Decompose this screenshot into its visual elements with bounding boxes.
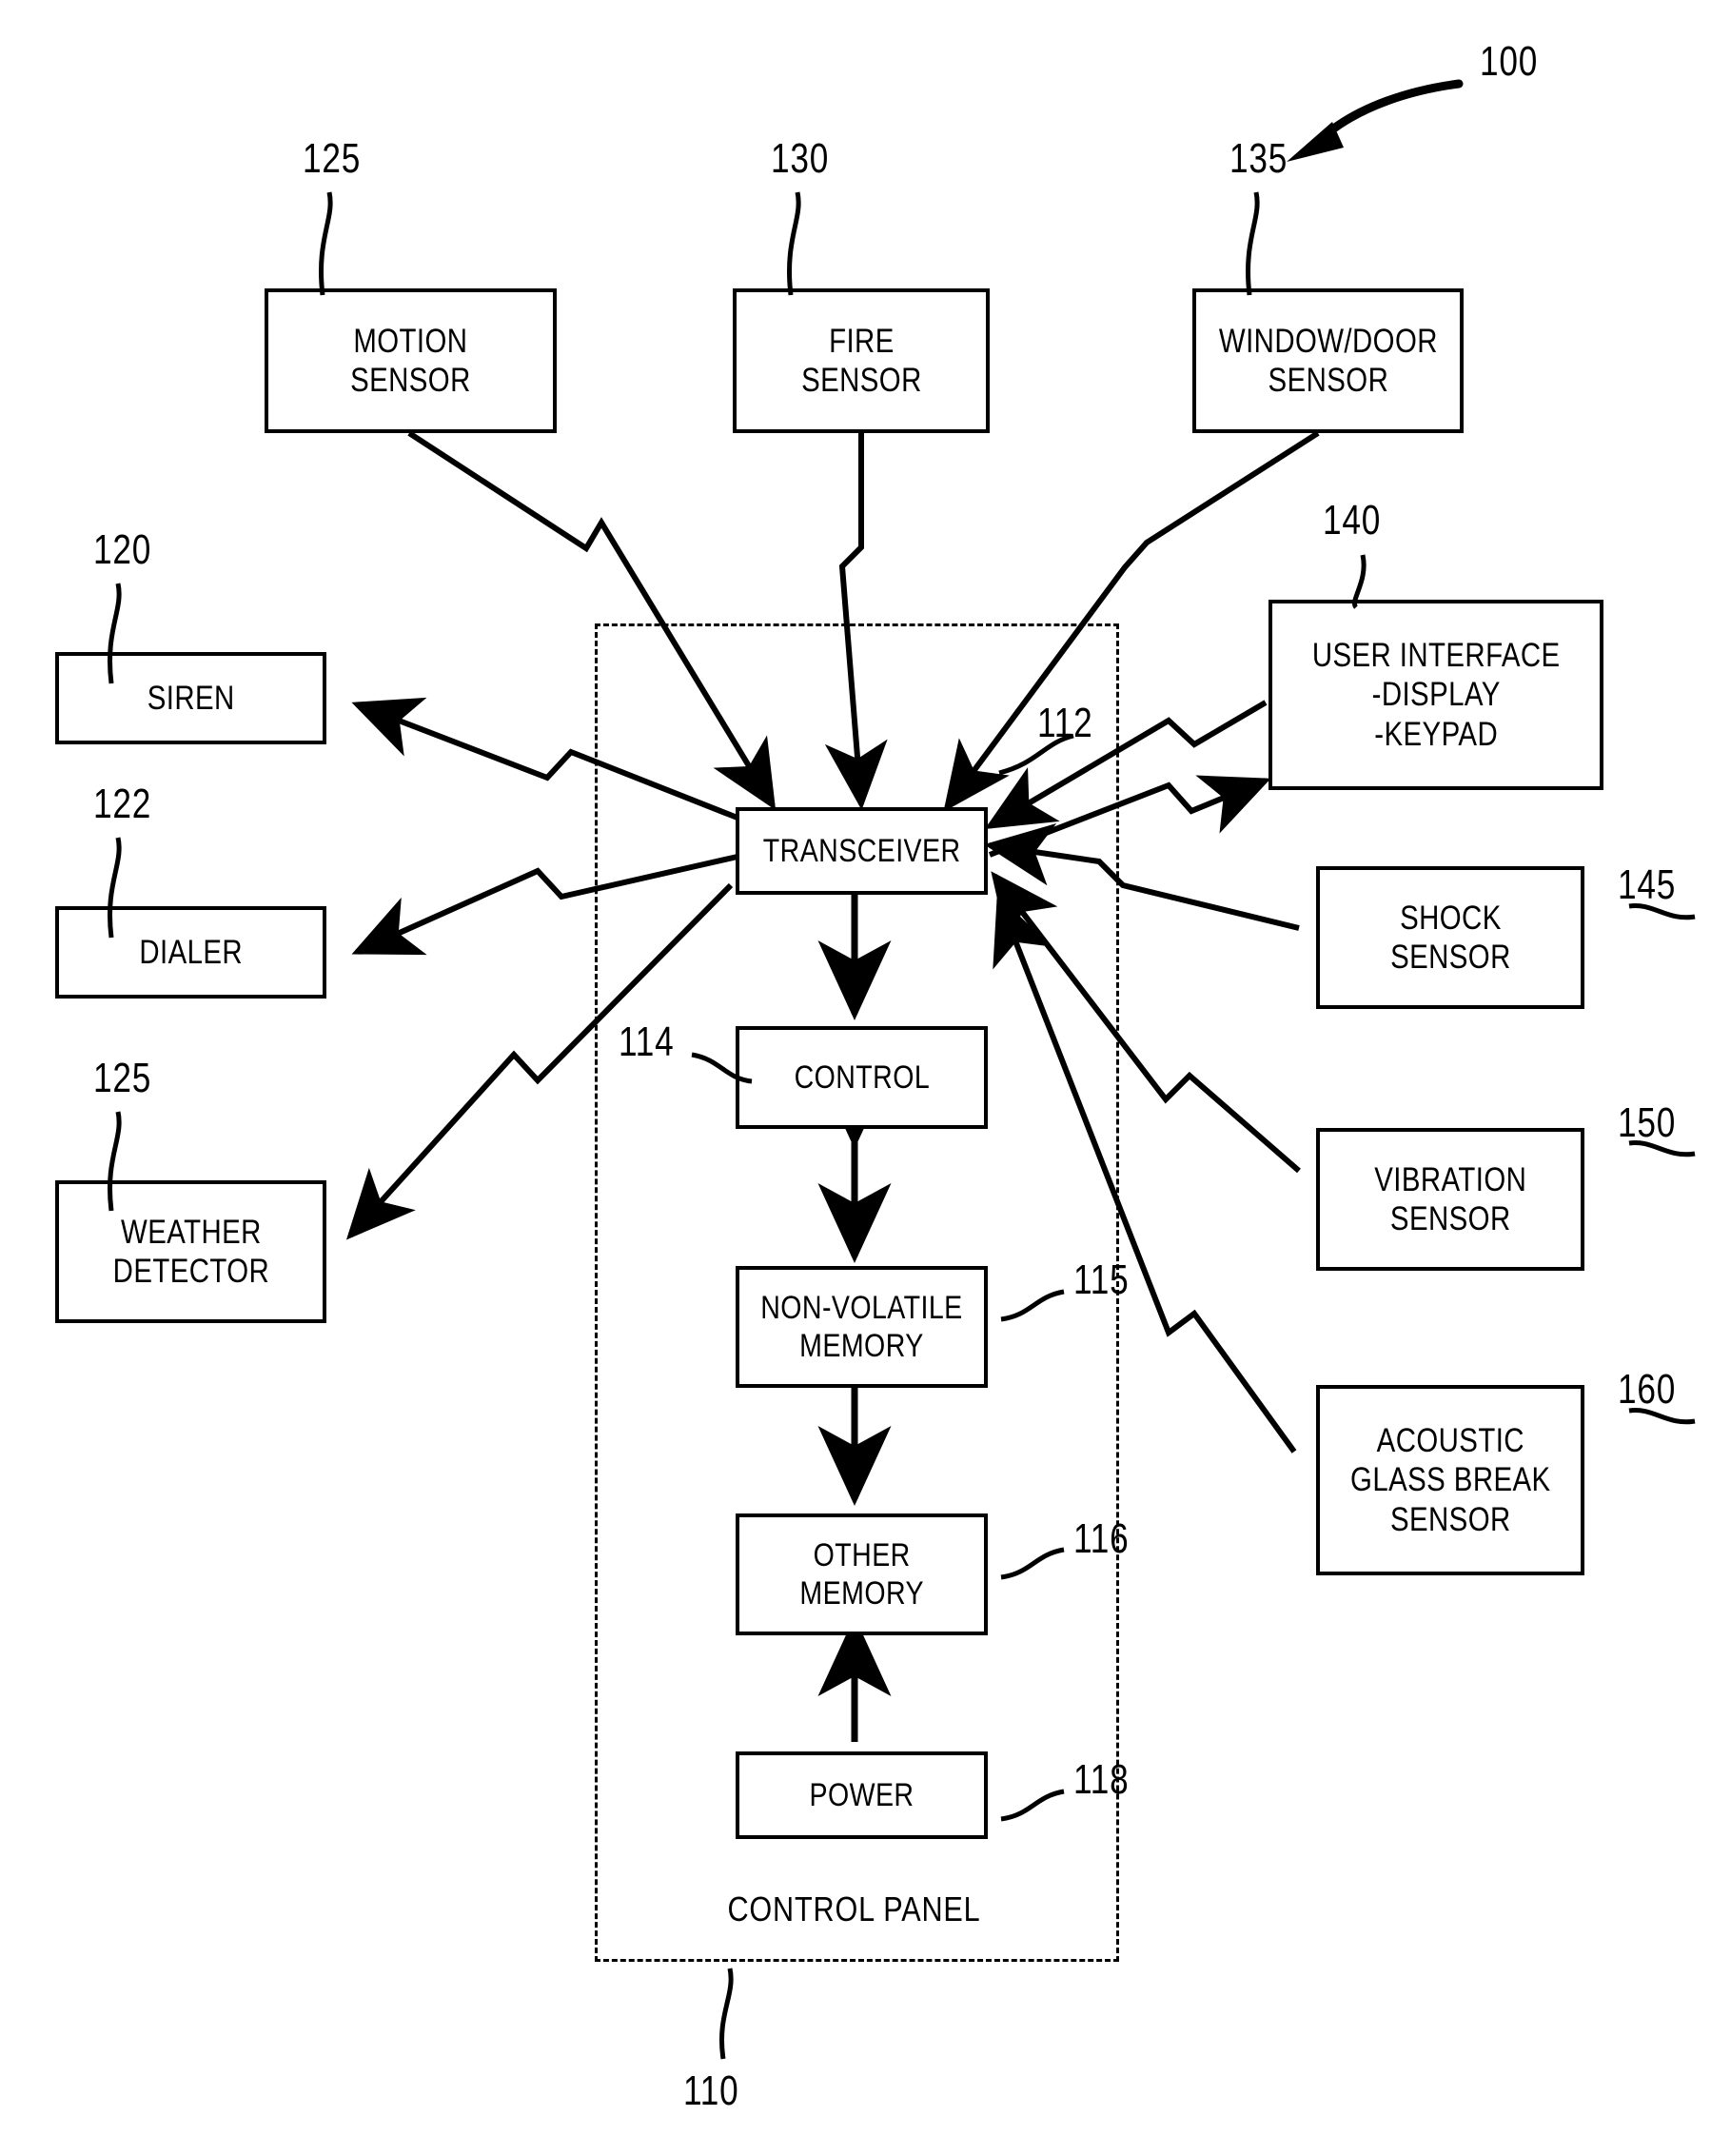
node-acoustic-glass-break-sensor[interactable]: ACOUSTIC GLASS BREAK SENSOR bbox=[1316, 1385, 1584, 1575]
ref-120-siren: 120 bbox=[93, 526, 152, 573]
ref-160-acoustic-glass-break-sensor: 160 bbox=[1618, 1366, 1677, 1413]
node-transceiver-label: TRANSCEIVER bbox=[762, 832, 961, 869]
ref-116-other-memory: 116 bbox=[1073, 1515, 1130, 1562]
node-vibration-sensor[interactable]: VIBRATION SENSOR bbox=[1316, 1128, 1584, 1271]
node-non-volatile-memory[interactable]: NON-VOLATILE MEMORY bbox=[736, 1266, 988, 1388]
node-motion-sensor[interactable]: MOTION SENSOR bbox=[265, 288, 557, 433]
node-other-memory[interactable]: OTHER MEMORY bbox=[736, 1513, 988, 1635]
node-vibration-sensor-label: VIBRATION SENSOR bbox=[1373, 1160, 1527, 1237]
node-motion-sensor-label: MOTION SENSOR bbox=[350, 322, 471, 399]
ref-135-window-door-sensor: 135 bbox=[1229, 135, 1288, 182]
node-user-interface[interactable]: USER INTERFACE -DISPLAY -KEYPAD bbox=[1268, 600, 1603, 790]
node-other-memory-label: OTHER MEMORY bbox=[799, 1536, 924, 1612]
node-fire-sensor-label: FIRE SENSOR bbox=[800, 322, 922, 399]
figure-number-arrow bbox=[1287, 79, 1464, 162]
node-power[interactable]: POWER bbox=[736, 1751, 988, 1839]
node-power-label: POWER bbox=[809, 1776, 914, 1813]
ref-125-motion-sensor: 125 bbox=[303, 135, 362, 182]
node-dialer[interactable]: DIALER bbox=[55, 906, 326, 999]
control-panel-caption: CONTROL PANEL bbox=[727, 1889, 981, 1929]
ref-122-dialer: 122 bbox=[93, 781, 152, 827]
node-transceiver[interactable]: TRANSCEIVER bbox=[736, 807, 988, 895]
ref-125-weather-detector: 125 bbox=[93, 1055, 152, 1101]
figure-number: 100 bbox=[1480, 38, 1539, 85]
ref-114-control: 114 bbox=[619, 1019, 675, 1065]
node-shock-sensor[interactable]: SHOCK SENSOR bbox=[1316, 866, 1584, 1009]
ref-112-transceiver: 112 bbox=[1037, 700, 1093, 746]
node-control-label: CONTROL bbox=[794, 1058, 930, 1096]
ref-118-power: 118 bbox=[1073, 1756, 1130, 1803]
node-window-door-sensor[interactable]: WINDOW/DOOR SENSOR bbox=[1192, 288, 1464, 433]
node-dialer-label: DIALER bbox=[139, 933, 243, 971]
node-siren-label: SIREN bbox=[147, 679, 235, 717]
ref-140-user-interface: 140 bbox=[1323, 497, 1382, 544]
ref-110-control-panel: 110 bbox=[683, 2067, 739, 2114]
ref-130-fire-sensor: 130 bbox=[771, 135, 830, 182]
node-acoustic-glass-break-sensor-label: ACOUSTIC GLASS BREAK SENSOR bbox=[1349, 1422, 1551, 1538]
node-control[interactable]: CONTROL bbox=[736, 1026, 988, 1129]
node-siren[interactable]: SIREN bbox=[55, 652, 326, 744]
ref-145-shock-sensor: 145 bbox=[1618, 861, 1677, 908]
node-non-volatile-memory-label: NON-VOLATILE MEMORY bbox=[760, 1289, 963, 1364]
node-window-door-sensor-label: WINDOW/DOOR SENSOR bbox=[1218, 322, 1438, 399]
ref-115-non-volatile-memory: 115 bbox=[1073, 1256, 1130, 1303]
node-shock-sensor-label: SHOCK SENSOR bbox=[1389, 899, 1511, 976]
node-weather-detector-label: WEATHER DETECTOR bbox=[112, 1213, 269, 1290]
ref-150-vibration-sensor: 150 bbox=[1618, 1099, 1677, 1146]
patent-figure: CONTROL PANEL 100 MOTION SENSOR 125 FIRE… bbox=[0, 0, 1711, 2156]
node-user-interface-label: USER INTERFACE -DISPLAY -KEYPAD bbox=[1311, 637, 1561, 753]
node-weather-detector[interactable]: WEATHER DETECTOR bbox=[55, 1180, 326, 1323]
node-fire-sensor[interactable]: FIRE SENSOR bbox=[733, 288, 990, 433]
